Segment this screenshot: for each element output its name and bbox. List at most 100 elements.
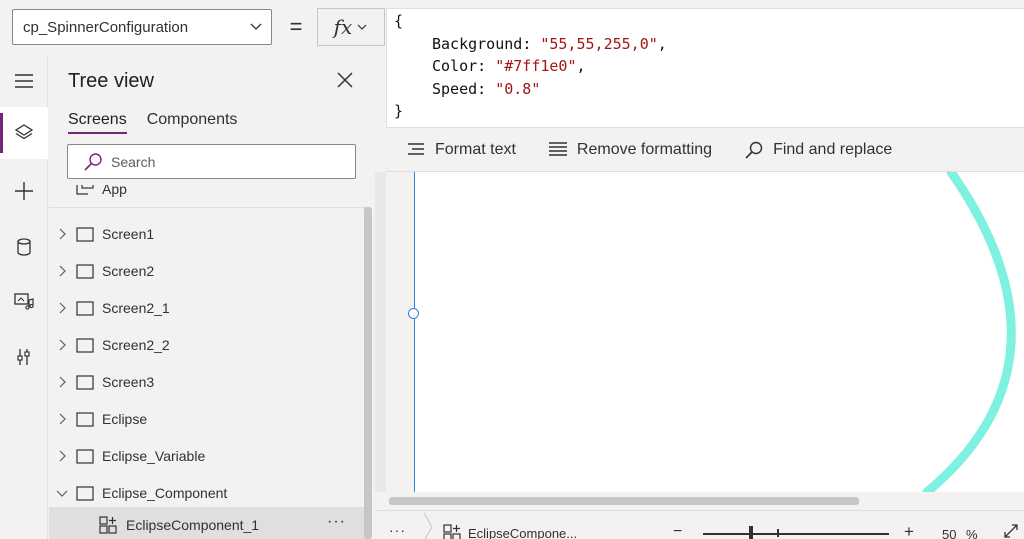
tree-item-eclipsecomponent-1[interactable]: EclipseComponent_1 ··· [49,507,367,539]
screen-icon [76,412,94,427]
screen-icon [76,449,94,464]
code-key-background: Background [432,34,523,53]
format-text-button[interactable]: Format text [406,141,516,159]
media-button[interactable] [0,275,48,327]
screen-icon [76,338,94,353]
more-button[interactable]: ··· [389,522,406,538]
tree-view-button[interactable] [0,107,48,159]
chevron-right-icon[interactable] [56,228,68,240]
tree-item-label: Eclipse [102,411,148,427]
property-dropdown[interactable]: cp_SpinnerConfiguration [12,9,272,45]
zoom-unit: % [966,527,978,539]
tree-item-screen1[interactable]: Screen1 [49,216,367,253]
remove-formatting-icon [548,141,567,156]
remove-formatting-label: Remove formatting [576,140,713,158]
menu-icon [15,74,33,88]
tree-item-label: Screen2_1 [102,300,170,316]
media-icon [14,293,34,310]
tree-scrollbar[interactable] [364,207,372,539]
remove-formatting-button[interactable]: Remove formatting [548,141,712,159]
code-value-color: "#7ff1e0" [495,57,577,75]
tree-item-label: Screen2 [102,263,155,279]
code-comma: , [576,57,586,75]
status-bar: ··· EclipseCompone... − + 50 % [375,510,1024,539]
chevron-right-icon[interactable] [56,265,68,277]
code-key-speed: Speed [432,79,478,98]
tree-item-eclipse-variable[interactable]: Eclipse_Variable [49,438,367,475]
menu-button[interactable] [0,55,48,107]
screen-icon [76,375,94,390]
resize-handle[interactable] [408,308,419,319]
close-icon[interactable] [336,71,354,89]
tree-item-label: Screen3 [102,374,155,390]
zoom-value[interactable]: 50 [942,527,956,539]
zoom-slider-thumb[interactable] [749,526,753,539]
tree-item-label: Screen2_2 [102,337,170,353]
search-icon [745,141,763,159]
code-value-background: "55,55,255,0" [540,34,658,53]
tree-item-label: EclipseComponent_1 [126,517,260,533]
horizontal-scroll-thumb[interactable] [389,497,859,505]
tools-icon [17,349,30,365]
app-icon [76,185,94,195]
chevron-right-icon[interactable] [56,376,68,388]
panel-title: Tree view [68,70,154,92]
database-icon [17,238,31,256]
tree-item-screen3[interactable]: Screen3 [49,364,367,401]
chevron-down-icon[interactable] [56,487,68,499]
format-toolbar: Format text Remove formatting Find and r… [386,128,1024,172]
more-options-button[interactable]: ··· [327,513,346,531]
code-value-speed: "0.8" [495,79,541,98]
plus-icon [15,182,33,200]
left-rail [0,55,48,539]
tree-item-app[interactable]: App [49,185,367,208]
tab-screens[interactable]: Screens [68,111,127,134]
insert-button[interactable] [0,165,48,217]
chevron-right-icon[interactable] [56,302,68,314]
equals-sign: = [289,14,303,39]
format-text-label: Format text [435,140,516,158]
screen-icon [76,301,94,316]
find-replace-button[interactable]: Find and replace [744,141,892,159]
tree-item-screen2-2[interactable]: Screen2_2 [49,327,367,364]
breadcrumb-item[interactable]: EclipseCompone... [468,526,577,539]
code-open-brace: { [394,12,404,30]
zoom-out-button[interactable]: − [673,523,682,539]
canvas-vertical-scrollbar[interactable] [375,172,386,492]
tree-list: App Screen1 Screen2 Screen2_1 Screen2_2 … [49,185,367,539]
component-icon [443,524,461,539]
spinner-arc [922,172,1016,492]
zoom-slider-track[interactable] [703,533,889,535]
canvas-horizontal-scrollbar [375,492,1024,510]
search-input[interactable]: Search [67,144,356,179]
tree-item-label: Eclipse_Component [102,485,228,501]
format-text-icon [408,142,424,155]
formula-editor[interactable]: { Background: "55,55,255,0", Color: "#7f… [386,8,1024,128]
data-button[interactable] [0,221,48,273]
search-placeholder: Search [111,153,156,170]
fit-to-window-icon[interactable] [1003,523,1019,539]
fx-button[interactable]: fx [317,8,385,46]
property-name: cp_SpinnerConfiguration [23,18,189,36]
zoom-in-button[interactable]: + [904,522,914,539]
screen-icon [76,264,94,279]
chevron-down-icon [357,24,367,30]
screen-icon [76,227,94,242]
breadcrumb-separator-icon [423,513,433,539]
screen-icon [76,486,94,501]
tab-components[interactable]: Components [147,111,238,134]
chevron-right-icon[interactable] [56,450,68,462]
tree-item-screen2[interactable]: Screen2 [49,253,367,290]
tree-tabs: Screens Components [68,111,237,134]
tree-item-label: App [102,185,127,197]
tree-item-eclipse[interactable]: Eclipse [49,401,367,438]
tree-item-screen2-1[interactable]: Screen2_1 [49,290,367,327]
screen-canvas[interactable] [414,172,1024,492]
chevron-right-icon[interactable] [56,339,68,351]
zoom-slider-tick [777,529,779,537]
advanced-tools-button[interactable] [0,331,48,383]
code-close-brace: } [394,102,404,120]
code-key-color: Color [432,57,478,75]
tree-item-label: Screen1 [102,226,155,242]
chevron-right-icon[interactable] [56,413,68,425]
